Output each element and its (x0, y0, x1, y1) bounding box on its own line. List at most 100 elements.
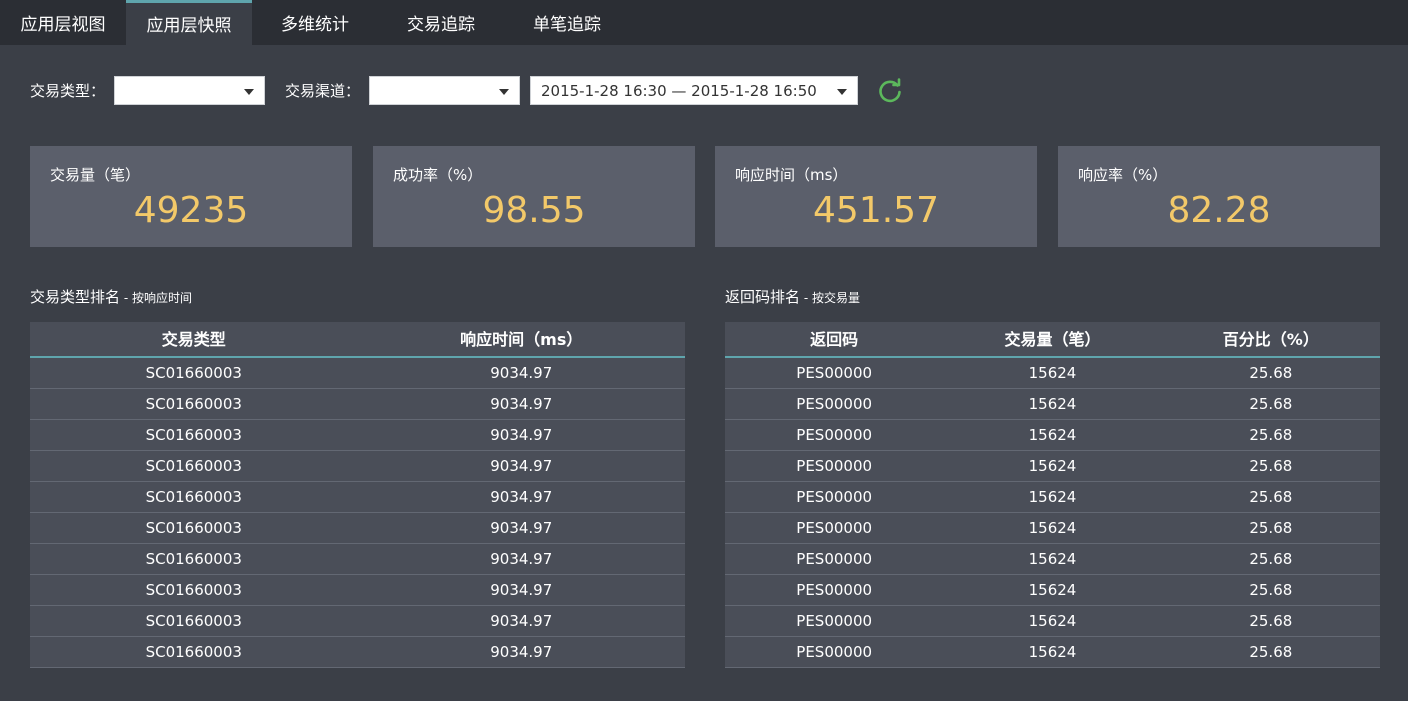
table-cell: 25.68 (1249, 457, 1293, 475)
table-cell: PES00000 (796, 643, 873, 661)
kpi-label: 响应时间（ms） (735, 166, 848, 184)
kpi-value: 82.28 (1167, 190, 1271, 231)
column-header[interactable]: 交易类型 (30, 322, 358, 356)
table-cell: PES00000 (796, 581, 873, 599)
table-cell: PES00000 (796, 395, 873, 413)
table-cell: 15624 (1028, 364, 1077, 382)
table-row[interactable]: PES00000 15624 25.68 (725, 389, 1380, 420)
right-table-title-sub: - 按交易量 (800, 291, 860, 305)
right-table-title-main: 返回码排名 (725, 288, 801, 306)
table-row[interactable]: PES00000 15624 25.68 (725, 420, 1380, 451)
tab-app-layer-view[interactable]: 应用层视图 (0, 0, 126, 45)
table-row[interactable]: SC01660003 9034.97 (30, 637, 685, 668)
table-cell: 15624 (1028, 488, 1077, 506)
table-cell: 9034.97 (490, 488, 553, 506)
column-header[interactable]: 百分比（%） (1162, 322, 1380, 356)
transaction-type-select[interactable] (114, 76, 265, 105)
table-cell: 25.68 (1249, 519, 1293, 537)
table-cell: 25.68 (1249, 364, 1293, 382)
table-cell: PES00000 (796, 550, 873, 568)
table-row[interactable]: PES00000 15624 25.68 (725, 358, 1380, 389)
table-row[interactable]: PES00000 15624 25.68 (725, 544, 1380, 575)
time-range-select[interactable]: 2015-1-28 16:30 — 2015-1-28 16:50 (530, 76, 858, 105)
table-cell: 9034.97 (490, 519, 553, 537)
table-row[interactable]: SC01660003 9034.97 (30, 575, 685, 606)
column-header[interactable]: 返回码 (725, 322, 943, 356)
refresh-button[interactable] (875, 76, 905, 106)
table-row[interactable]: PES00000 15624 25.68 (725, 482, 1380, 513)
table-cell: 25.68 (1249, 643, 1293, 661)
refresh-icon (879, 78, 901, 103)
time-range-value: 2015-1-28 16:30 — 2015-1-28 16:50 (541, 82, 817, 100)
tab-multi-dim-stats[interactable]: 多维统计 (252, 0, 378, 45)
chevron-down-icon (499, 89, 509, 95)
kpi-card-transaction-volume: 交易量（笔） 49235 (30, 146, 352, 247)
tab-transaction-trace[interactable]: 交易追踪 (378, 0, 504, 45)
kpi-card-response-rate: 响应率（%） 82.28 (1058, 146, 1380, 247)
table-cell: SC01660003 (145, 395, 242, 413)
column-header[interactable]: 交易量（笔） (943, 322, 1161, 356)
table-cell: 15624 (1028, 612, 1077, 630)
transaction-channel-select[interactable] (369, 76, 520, 105)
table-row[interactable]: SC01660003 9034.97 (30, 606, 685, 637)
table-row[interactable]: SC01660003 9034.97 (30, 358, 685, 389)
right-table-title: 返回码排名 - 按交易量 (725, 286, 860, 307)
table-cell: PES00000 (796, 612, 873, 630)
table-row[interactable]: PES00000 15624 25.68 (725, 637, 1380, 668)
table-cell: 25.68 (1249, 395, 1293, 413)
tab-app-layer-snapshot[interactable]: 应用层快照 (126, 0, 252, 45)
table-cell: 9034.97 (490, 395, 553, 413)
table-row[interactable]: SC01660003 9034.97 (30, 513, 685, 544)
table-row[interactable]: SC01660003 9034.97 (30, 482, 685, 513)
top-tab-bar: 应用层视图 应用层快照 多维统计 交易追踪 单笔追踪 (0, 0, 1408, 45)
table-cell: 25.68 (1249, 488, 1293, 506)
table-cell: PES00000 (796, 488, 873, 506)
left-table-title-sub: - 按响应时间 (120, 291, 192, 305)
kpi-label: 响应率（%） (1078, 166, 1168, 184)
table-cell: 15624 (1028, 457, 1077, 475)
column-header[interactable]: 响应时间（ms） (358, 322, 686, 356)
table-row[interactable]: SC01660003 9034.97 (30, 389, 685, 420)
kpi-card-response-time: 响应时间（ms） 451.57 (715, 146, 1037, 247)
table-cell: SC01660003 (145, 550, 242, 568)
table-row[interactable]: PES00000 15624 25.68 (725, 451, 1380, 482)
table-row[interactable]: SC01660003 9034.97 (30, 420, 685, 451)
table-cell: 25.68 (1249, 581, 1293, 599)
table-cell: 9034.97 (490, 612, 553, 630)
kpi-value: 98.55 (482, 190, 586, 231)
table-cell: 15624 (1028, 581, 1077, 599)
table-cell: 9034.97 (490, 457, 553, 475)
table-cell: PES00000 (796, 364, 873, 382)
tab-single-trace[interactable]: 单笔追踪 (504, 0, 630, 45)
table-cell: 15624 (1028, 519, 1077, 537)
table-header: 返回码 交易量（笔） 百分比（%） (725, 322, 1380, 358)
table-row[interactable]: SC01660003 9034.97 (30, 451, 685, 482)
return-code-ranking-table: 返回码 交易量（笔） 百分比（%） PES00000 15624 25.68 PES0… (725, 322, 1380, 668)
table-row[interactable]: PES00000 15624 25.68 (725, 606, 1380, 637)
table-row[interactable]: PES00000 15624 25.68 (725, 513, 1380, 544)
table-cell: 15624 (1028, 426, 1077, 444)
kpi-card-success-rate: 成功率（%） 98.55 (373, 146, 695, 247)
table-cell: 9034.97 (490, 643, 553, 661)
chevron-down-icon (837, 89, 847, 95)
table-cell: 15624 (1028, 550, 1077, 568)
table-cell: 9034.97 (490, 426, 553, 444)
left-table-title: 交易类型排名 - 按响应时间 (30, 286, 192, 307)
table-cell: PES00000 (796, 457, 873, 475)
kpi-value: 49235 (133, 190, 249, 231)
table-row[interactable]: SC01660003 9034.97 (30, 544, 685, 575)
transaction-type-ranking-table: 交易类型 响应时间（ms） SC01660003 9034.97 SC0166000… (30, 322, 685, 668)
table-cell: SC01660003 (145, 612, 242, 630)
table-cell: 15624 (1028, 395, 1077, 413)
table-cell: PES00000 (796, 426, 873, 444)
table-cell: 9034.97 (490, 364, 553, 382)
transaction-type-label: 交易类型： (30, 82, 106, 100)
table-cell: 25.68 (1249, 612, 1293, 630)
left-table-title-main: 交易类型排名 (30, 288, 121, 306)
table-body: PES00000 15624 25.68 PES00000 15624 25.68 PES0… (725, 358, 1380, 668)
table-cell: 9034.97 (490, 581, 553, 599)
table-cell: SC01660003 (145, 581, 242, 599)
transaction-channel-label: 交易渠道： (285, 82, 361, 100)
table-row[interactable]: PES00000 15624 25.68 (725, 575, 1380, 606)
chevron-down-icon (244, 89, 254, 95)
